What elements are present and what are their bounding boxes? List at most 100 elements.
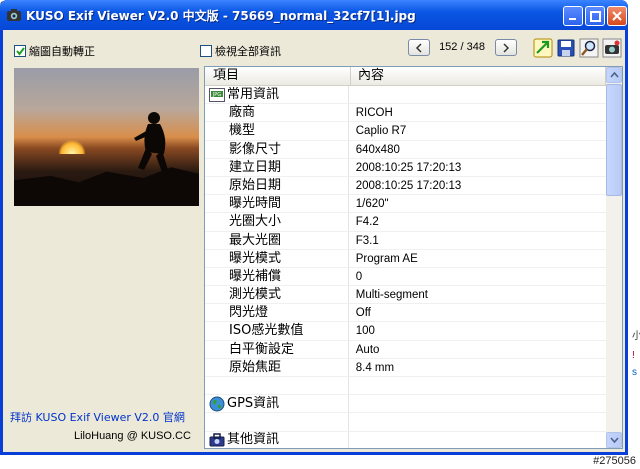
field-name: 機型 <box>205 122 349 140</box>
field-name: 白平衡設定 <box>205 340 349 358</box>
table-row[interactable]: 曝光模式 Program AE <box>205 249 606 268</box>
sun-shape <box>59 140 85 154</box>
watermark: #275056 <box>593 455 636 467</box>
silhouette-figure <box>134 112 168 172</box>
field-value: Auto <box>355 343 380 356</box>
export-icon[interactable] <box>533 38 553 58</box>
field-value: RICOH <box>355 107 393 120</box>
field-name: 原始日期 <box>205 176 349 195</box>
minimize-icon <box>569 18 576 20</box>
scroll-down-button[interactable] <box>606 432 622 448</box>
maximize-icon <box>590 11 601 22</box>
field-value: Off <box>355 307 371 320</box>
field-value: 8.4 mm <box>355 361 395 374</box>
auto-rotate-checkbox[interactable] <box>14 45 26 57</box>
table-row[interactable]: 光圈大小 F4.2 <box>205 213 606 232</box>
image-counter: 152 / 348 <box>439 41 485 53</box>
field-name: 曝光時間 <box>205 195 349 213</box>
window-title: KUSO Exif Viewer V2.0 中文版 - 75669_normal… <box>26 9 416 23</box>
field-value: F3.1 <box>355 234 379 247</box>
table-row[interactable]: 廠商 RICOH <box>205 104 606 123</box>
group-title: GPS資訊 <box>227 395 280 411</box>
chevron-left-icon <box>415 43 422 53</box>
minimize-button[interactable] <box>563 6 583 26</box>
svg-text:JPG: JPG <box>212 92 221 98</box>
thumbnail-image <box>14 68 199 206</box>
scroll-thumb[interactable] <box>606 84 622 196</box>
chevron-up-icon <box>610 72 619 78</box>
scroll-up-button[interactable] <box>606 67 622 83</box>
show-all-option[interactable]: 檢視全部資訊 <box>200 43 281 59</box>
app-window: KUSO Exif Viewer V2.0 中文版 - 75669_normal… <box>0 0 628 455</box>
table-row[interactable]: 建立日期 2008:10:25 17:20:13 <box>205 158 606 177</box>
column-header-item[interactable]: 項目 <box>205 67 351 85</box>
official-site-link[interactable]: 拜訪 KUSO Exif Viewer V2.0 官網 <box>10 409 185 425</box>
background-fragment: 小 <box>632 331 640 342</box>
field-value: 0 <box>355 270 363 283</box>
field-name: 光圈大小 <box>205 213 349 231</box>
grid-header: 項目 內容 <box>205 67 606 86</box>
table-row[interactable]: 機型 Caplio R7 <box>205 122 606 141</box>
field-name: 最大光圈 <box>205 231 349 249</box>
chevron-down-icon <box>610 437 619 443</box>
background-fragment: ! <box>632 350 635 361</box>
table-row[interactable]: 最大光圈 F3.1 <box>205 231 606 250</box>
table-row[interactable]: 曝光時間 1/620" <box>205 195 606 214</box>
previous-image-button[interactable] <box>408 39 430 56</box>
auto-rotate-label: 縮圖自動轉正 <box>29 45 95 58</box>
show-all-label: 檢視全部資訊 <box>215 45 281 58</box>
group-row-common[interactable]: JPG 常用資訊 <box>205 86 606 105</box>
show-all-checkbox[interactable] <box>200 45 212 57</box>
background-fragment: s <box>632 367 637 378</box>
table-row[interactable]: 影像尺寸 640x480 <box>205 140 606 159</box>
field-value: Caplio R7 <box>355 125 407 138</box>
checkmark-icon <box>16 47 25 56</box>
settings-icon[interactable] <box>602 38 622 58</box>
save-icon[interactable] <box>556 38 576 58</box>
table-row[interactable]: ISO感光數值 100 <box>205 322 606 341</box>
next-image-button[interactable] <box>495 39 517 56</box>
field-value: F4.2 <box>355 216 379 229</box>
table-row[interactable]: 測光模式 Multi-segment <box>205 286 606 305</box>
exif-grid[interactable]: 項目 內容 JPG 常用資訊 廠商 RICOH 機型 Caplio R7 影像尺… <box>204 66 623 449</box>
field-name: 建立日期 <box>205 158 349 176</box>
table-row[interactable]: 曝光補償 0 <box>205 267 606 287</box>
group-row-gps[interactable]: GPS資訊 <box>205 395 606 414</box>
table-row[interactable]: 白平衡設定 Auto <box>205 340 606 359</box>
table-row[interactable]: 閃光燈 Off <box>205 304 606 323</box>
title-bar[interactable]: KUSO Exif Viewer V2.0 中文版 - 75669_normal… <box>0 0 628 30</box>
field-value: Multi-segment <box>355 289 428 302</box>
field-value: 2008:10:25 17:20:13 <box>355 161 462 174</box>
maximize-button[interactable] <box>585 6 605 26</box>
camera-bag-icon <box>209 433 225 447</box>
field-value: 1/620" <box>355 198 389 211</box>
group-row-other[interactable]: 其他資訊 <box>205 431 606 448</box>
group-title: 其他資訊 <box>227 432 280 448</box>
close-button[interactable] <box>607 6 627 26</box>
field-value: 2008:10:25 17:20:13 <box>355 179 462 192</box>
field-name: 曝光補償 <box>205 267 349 286</box>
column-header-content[interactable]: 內容 <box>351 67 606 85</box>
field-name: 原始焦距 <box>205 358 349 376</box>
field-name: 廠商 <box>205 104 349 122</box>
field-name: ISO感光數值 <box>205 322 349 340</box>
field-value: 640x480 <box>355 143 400 156</box>
table-row[interactable]: 原始焦距 8.4 mm <box>205 358 606 377</box>
chevron-right-icon <box>503 43 510 53</box>
auto-rotate-option[interactable]: 縮圖自動轉正 <box>14 43 95 59</box>
field-value: Program AE <box>355 252 418 265</box>
close-icon <box>612 11 622 21</box>
vertical-scrollbar[interactable] <box>606 67 622 448</box>
field-name: 影像尺寸 <box>205 140 349 158</box>
camera-icon <box>7 9 21 21</box>
blank-row <box>205 377 606 396</box>
search-icon[interactable] <box>579 38 599 58</box>
client-area: 縮圖自動轉正 檢視全部資訊 152 / 348 拜訪 KUSO Exif Vie… <box>3 30 625 452</box>
field-name: 曝光模式 <box>205 249 349 267</box>
field-name: 測光模式 <box>205 286 349 304</box>
grid-rows: JPG 常用資訊 廠商 RICOH 機型 Caplio R7 影像尺寸 640x480… <box>205 86 606 448</box>
table-row[interactable]: 原始日期 2008:10:25 17:20:13 <box>205 176 606 196</box>
jpg-icon: JPG <box>209 87 225 102</box>
field-value: 100 <box>355 325 375 338</box>
author-credit: LiloHuang @ KUSO.CC <box>74 430 191 442</box>
